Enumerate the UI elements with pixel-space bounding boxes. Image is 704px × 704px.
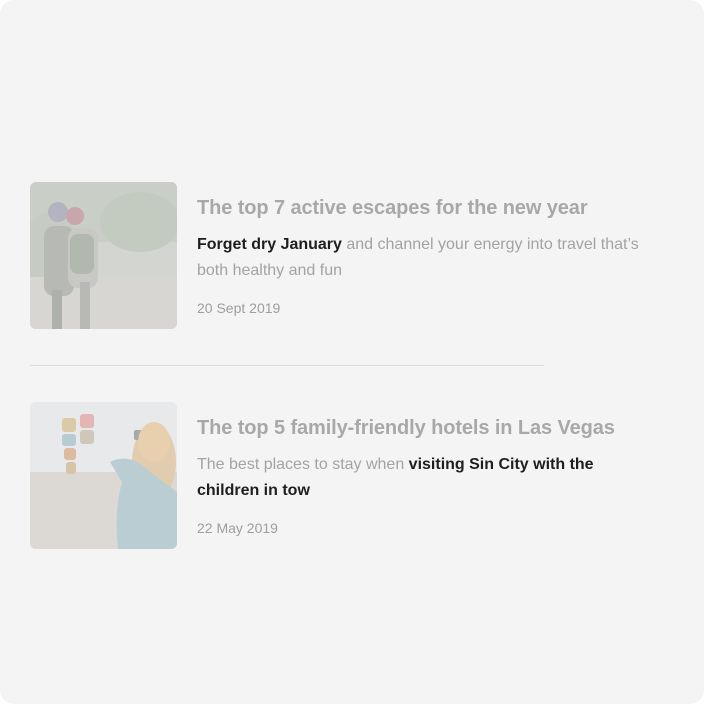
description-text: The best places to stay when (197, 456, 409, 473)
article-description: Forget dry January and channel your ener… (197, 232, 647, 284)
article-description: The best places to stay when visiting Si… (197, 452, 647, 504)
article-title[interactable]: The top 5 family-friendly hotels in Las … (197, 416, 670, 440)
article-card[interactable]: The top 7 active escapes for the new yea… (30, 182, 670, 329)
article-body: The top 5 family-friendly hotels in Las … (197, 402, 670, 549)
article-title[interactable]: The top 7 active escapes for the new yea… (197, 196, 670, 220)
article-date: 22 May 2019 (197, 520, 278, 536)
photographer-photo (30, 402, 177, 549)
hikers-photo (30, 182, 177, 329)
article-list-panel: The top 7 active escapes for the new yea… (0, 0, 704, 704)
divider (30, 365, 544, 366)
article-date: 20 Sept 2019 (197, 300, 281, 316)
description-highlight: Forget dry January (197, 236, 342, 253)
article-thumbnail[interactable] (30, 402, 177, 549)
article-thumbnail[interactable] (30, 182, 177, 329)
article-body: The top 7 active escapes for the new yea… (197, 182, 670, 329)
article-card[interactable]: The top 5 family-friendly hotels in Las … (30, 402, 670, 549)
